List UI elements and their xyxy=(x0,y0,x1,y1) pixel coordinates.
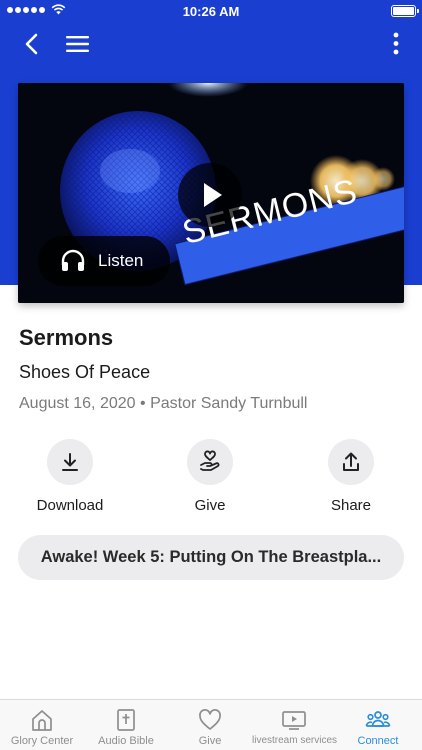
people-icon xyxy=(365,711,391,727)
sermon-title: Shoes Of Peace xyxy=(19,362,151,382)
listen-button[interactable]: Listen xyxy=(38,236,170,286)
hamburger-icon[interactable] xyxy=(63,30,91,58)
heart-icon xyxy=(199,709,221,730)
sermon-speaker: Pastor Sandy Turnbull xyxy=(150,395,308,412)
series-button[interactable]: Awake! Week 5: Putting On The Breastpla.… xyxy=(18,535,404,580)
bottom-tab-bar: Glory Center Audio Bible Give livestream… xyxy=(0,699,422,750)
share-icon xyxy=(343,452,359,471)
download-button[interactable]: Download xyxy=(15,439,125,514)
give-circle[interactable] xyxy=(187,439,233,485)
tab-label: Give xyxy=(198,735,222,747)
tab-label: Connect xyxy=(357,735,399,747)
status-time: 10:26 AM xyxy=(182,4,240,19)
status-bar: 10:26 AM xyxy=(0,0,422,22)
church-icon xyxy=(32,710,52,731)
tab-label: livestream services xyxy=(252,735,338,746)
tab-label: Audio Bible xyxy=(98,735,154,747)
sermon-date: August 16, 2020 xyxy=(19,395,136,412)
bible-icon xyxy=(117,709,135,731)
tab-glory-center[interactable]: Glory Center xyxy=(0,700,84,750)
give-hand-heart-icon xyxy=(200,450,220,471)
share-label: Share xyxy=(330,497,372,514)
tab-label: Glory Center xyxy=(10,735,74,747)
share-circle[interactable] xyxy=(328,439,374,485)
give-label: Give xyxy=(194,497,226,514)
play-icon xyxy=(204,183,222,207)
meta-separator: • xyxy=(140,395,146,412)
download-icon xyxy=(62,453,78,471)
chevron-left-icon[interactable] xyxy=(18,30,46,58)
sermon-category-title: Sermons xyxy=(19,325,114,350)
battery-icon xyxy=(391,5,419,17)
tab-connect[interactable]: Connect xyxy=(336,700,420,750)
headphones-icon xyxy=(61,249,85,271)
listen-label: Listen xyxy=(98,251,144,270)
tab-audio-bible[interactable]: Audio Bible xyxy=(84,700,168,750)
download-label: Download xyxy=(36,497,104,514)
share-button[interactable]: Share xyxy=(296,439,406,514)
sermon-artwork: SERMONS Listen xyxy=(18,83,404,303)
tab-give[interactable]: Give xyxy=(168,700,252,750)
video-play-icon xyxy=(282,711,306,730)
play-button[interactable] xyxy=(178,163,242,227)
vertical-dots-icon[interactable] xyxy=(388,30,404,58)
tab-livestream-services[interactable]: livestream services xyxy=(252,700,338,750)
give-button[interactable]: Give xyxy=(155,439,265,514)
download-circle[interactable] xyxy=(47,439,93,485)
sermon-meta: August 16, 2020 • Pastor Sandy Turnbull xyxy=(19,395,307,413)
